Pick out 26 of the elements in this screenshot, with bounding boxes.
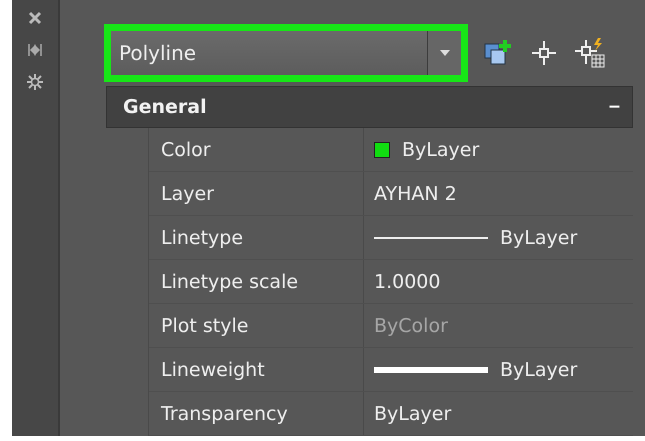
property-label: Transparency	[149, 392, 364, 435]
section-header[interactable]: General –	[106, 86, 633, 128]
settings-button[interactable]	[25, 72, 45, 92]
auto-hide-icon	[28, 43, 42, 57]
section-title: General	[123, 96, 207, 118]
property-value: 1.0000	[374, 270, 440, 292]
object-type-dropdown[interactable]: Polyline	[104, 24, 468, 82]
property-label: Plot style	[149, 304, 364, 347]
property-label: Linetype scale	[149, 260, 364, 303]
property-value: ByLayer	[402, 138, 480, 160]
property-label: Lineweight	[149, 348, 364, 391]
property-value: ByLayer	[500, 358, 578, 380]
property-value: ByColor	[374, 314, 448, 336]
close-icon	[28, 11, 42, 25]
dropdown-value: Polyline	[118, 40, 198, 67]
quick-select-icon	[574, 36, 606, 69]
property-label: Color	[149, 128, 364, 171]
settings-icon	[27, 74, 43, 90]
caret-icon	[440, 50, 450, 56]
property-value: AYHAN 2	[374, 182, 457, 204]
property-label: Layer	[149, 172, 364, 215]
property-value: ByLayer	[500, 226, 578, 248]
quick-select-button[interactable]	[574, 36, 606, 69]
property-value: ByLayer	[374, 402, 452, 424]
collapse-toggle[interactable]: –	[608, 95, 620, 118]
property-label: Linetype	[149, 216, 364, 259]
